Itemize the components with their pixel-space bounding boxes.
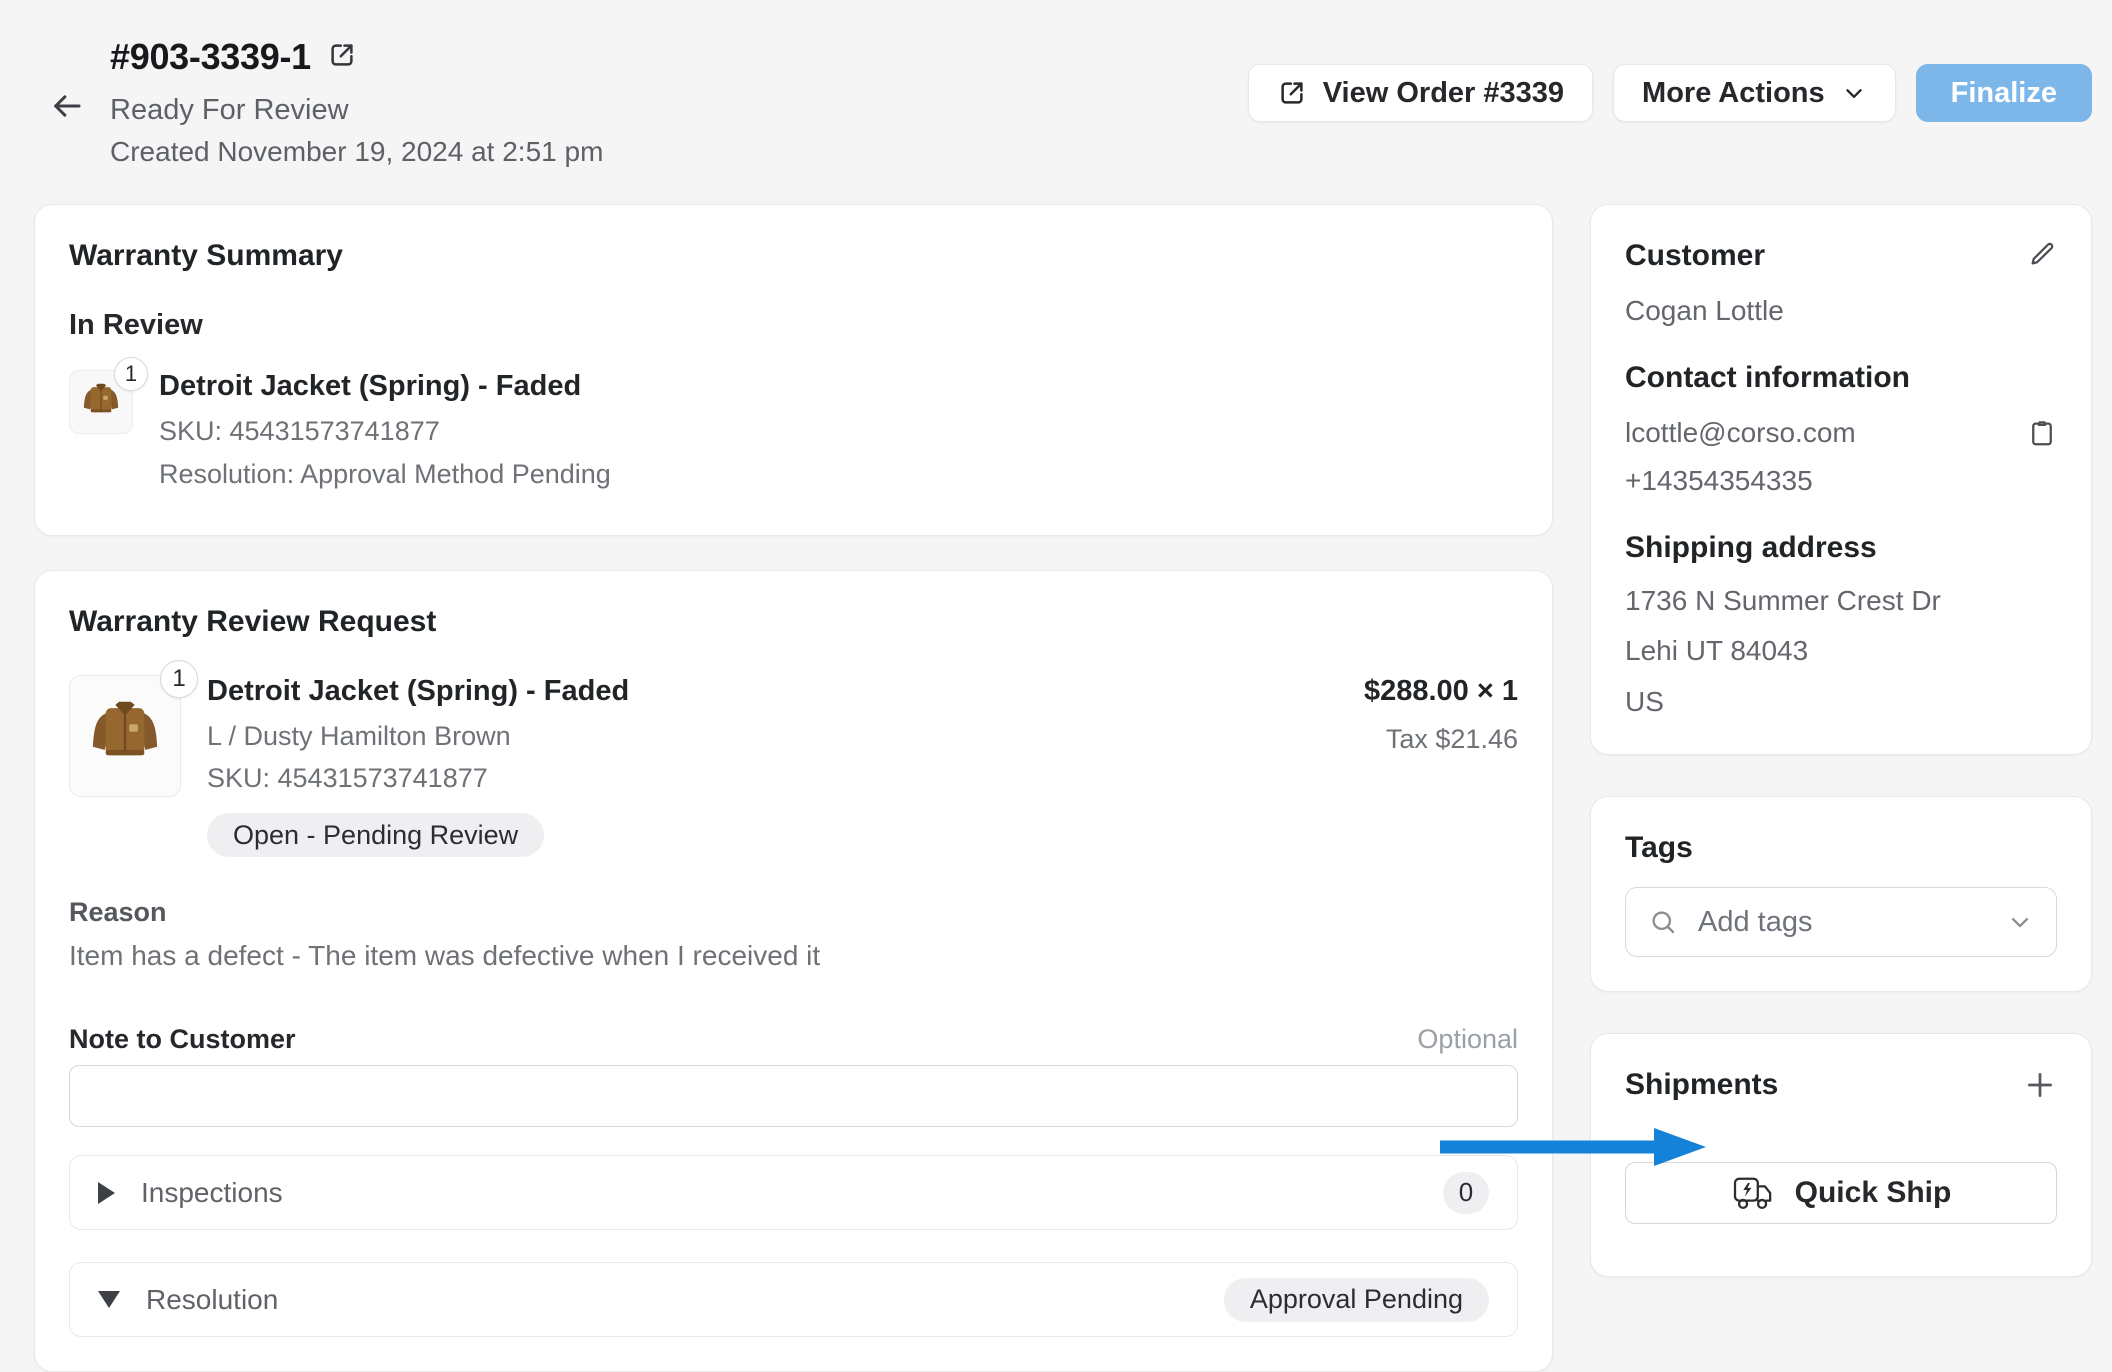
topbar-actions: View Order #3339 More Actions Finalize bbox=[1248, 64, 2092, 122]
product-name: Detroit Jacket (Spring) - Faded bbox=[159, 370, 611, 403]
quick-ship-truck-icon bbox=[1731, 1174, 1777, 1212]
external-link-icon bbox=[327, 40, 357, 70]
shipping-address-title: Shipping address bbox=[1625, 531, 2057, 565]
note-section: Note to Customer Optional bbox=[69, 1024, 1518, 1127]
customer-title: Customer bbox=[1625, 239, 1765, 273]
customer-phone: +14354354335 bbox=[1625, 465, 2057, 497]
review-item-info: Detroit Jacket (Spring) - Faded L / Dust… bbox=[207, 675, 629, 858]
inspections-label: Inspections bbox=[141, 1177, 283, 1209]
product-sku: SKU: 45431573741877 bbox=[159, 415, 611, 449]
address-line: 1736 N Summer Crest Dr bbox=[1625, 583, 2057, 619]
contact-information-title: Contact information bbox=[1625, 361, 2057, 395]
shipments-title: Shipments bbox=[1625, 1068, 1778, 1102]
pencil-icon bbox=[2027, 239, 2057, 269]
quantity-badge: 1 bbox=[114, 357, 148, 391]
quick-ship-label: Quick Ship bbox=[1795, 1176, 1952, 1210]
in-review-section-label: In Review bbox=[69, 309, 1518, 342]
address-line: US bbox=[1625, 684, 2057, 720]
warranty-summary-title: Warranty Summary bbox=[69, 239, 1518, 273]
arrow-left-icon bbox=[50, 89, 84, 123]
product-name: Detroit Jacket (Spring) - Faded bbox=[207, 675, 629, 708]
note-to-customer-input[interactable] bbox=[69, 1065, 1518, 1127]
claim-status: Ready For Review bbox=[110, 94, 603, 127]
review-request-title: Warranty Review Request bbox=[69, 605, 1518, 639]
topbar: #903-3339-1 Ready For Review Created Nov… bbox=[34, 36, 2092, 168]
back-button[interactable] bbox=[50, 44, 84, 168]
shipments-card: Shipments Quick Ship bbox=[1590, 1033, 2092, 1277]
plus-icon bbox=[2023, 1068, 2057, 1102]
chevron-down-icon bbox=[2006, 908, 2034, 936]
chevron-down-icon bbox=[1841, 80, 1867, 106]
jacket-product-image bbox=[78, 378, 124, 426]
customer-email: lcottle@corso.com bbox=[1625, 417, 1856, 449]
main-column: Warranty Summary In Review 1 bbox=[34, 204, 1553, 1372]
created-timestamp: Created November 19, 2024 at 2:51 pm bbox=[110, 136, 603, 168]
tags-title: Tags bbox=[1625, 831, 2057, 865]
optional-label: Optional bbox=[1417, 1024, 1518, 1055]
quantity-badge: 1 bbox=[160, 660, 198, 698]
item-price: $288.00 × 1 bbox=[1364, 675, 1518, 708]
reason-section: Reason Item has a defect - The item was … bbox=[69, 897, 1518, 972]
clipboard-icon bbox=[2027, 418, 2057, 448]
inspections-section-toggle[interactable]: Inspections 0 bbox=[69, 1155, 1518, 1230]
external-link-icon bbox=[1277, 78, 1307, 108]
product-thumbnail: 1 bbox=[69, 370, 133, 434]
more-actions-button[interactable]: More Actions bbox=[1613, 64, 1896, 122]
item-resolution-status: Resolution: Approval Method Pending bbox=[159, 458, 611, 492]
reason-text: Item has a defect - The item was defecti… bbox=[69, 940, 1518, 972]
finalize-label: Finalize bbox=[1951, 77, 2057, 110]
copy-email-button[interactable] bbox=[2027, 418, 2057, 448]
claim-status-badge: Open - Pending Review bbox=[207, 813, 544, 857]
customer-name: Cogan Lottle bbox=[1625, 295, 2057, 327]
note-to-customer-label: Note to Customer bbox=[69, 1024, 296, 1055]
sidebar: Customer Cogan Lottle Contact informatio… bbox=[1590, 204, 2092, 1277]
search-icon bbox=[1648, 907, 1678, 937]
more-actions-label: More Actions bbox=[1642, 77, 1825, 110]
summary-item-info: Detroit Jacket (Spring) - Faded SKU: 454… bbox=[159, 370, 611, 501]
product-variant: L / Dusty Hamilton Brown bbox=[207, 720, 629, 754]
reason-label: Reason bbox=[69, 897, 1518, 928]
address-line: Lehi UT 84043 bbox=[1625, 633, 2057, 669]
product-sku: SKU: 45431573741877 bbox=[207, 762, 629, 796]
item-tax: Tax $21.46 bbox=[1364, 724, 1518, 755]
title-block: #903-3339-1 Ready For Review Created Nov… bbox=[110, 36, 603, 168]
tags-input[interactable] bbox=[1696, 905, 1988, 940]
tags-card: Tags bbox=[1590, 796, 2092, 992]
jacket-product-image bbox=[82, 691, 168, 781]
view-order-label: View Order #3339 bbox=[1323, 77, 1564, 110]
warranty-claim-page: #903-3339-1 Ready For Review Created Nov… bbox=[0, 0, 2112, 1372]
open-claim-link-button[interactable] bbox=[327, 40, 357, 70]
product-thumbnail: 1 bbox=[69, 675, 181, 797]
finalize-button[interactable]: Finalize bbox=[1916, 64, 2092, 122]
view-order-button[interactable]: View Order #3339 bbox=[1248, 64, 1593, 122]
page-title: #903-3339-1 bbox=[110, 36, 311, 78]
caret-right-icon bbox=[98, 1182, 115, 1204]
customer-card: Customer Cogan Lottle Contact informatio… bbox=[1590, 204, 2092, 755]
tags-combobox[interactable] bbox=[1625, 887, 2057, 957]
price-column: $288.00 × 1 Tax $21.46 bbox=[1364, 675, 1518, 858]
review-line-item: 1 Detroit Jacket (Spring) - Faded L / Du… bbox=[69, 675, 1518, 858]
warranty-summary-card: Warranty Summary In Review 1 bbox=[34, 204, 1553, 536]
warranty-review-request-card: Warranty Review Request 1 bbox=[34, 570, 1553, 1372]
inspections-count-badge: 0 bbox=[1443, 1172, 1489, 1214]
add-shipment-button[interactable] bbox=[2023, 1068, 2057, 1102]
summary-line-item: 1 Detroit Jacket (Spring) - Faded SKU: 4… bbox=[69, 370, 1518, 501]
quick-ship-button[interactable]: Quick Ship bbox=[1625, 1162, 2057, 1224]
edit-customer-button[interactable] bbox=[2027, 239, 2057, 269]
